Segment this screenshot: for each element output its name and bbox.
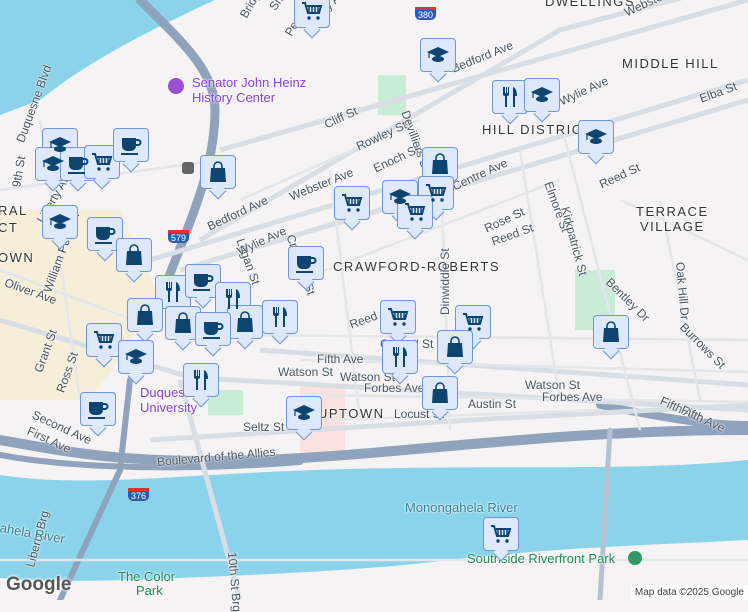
coffee-cup-icon (66, 152, 90, 176)
water-label: Monongahela River (405, 500, 518, 515)
graduation-cap-icon (292, 401, 316, 425)
map-marker-graduation-cap[interactable] (42, 205, 78, 239)
map-marker-shopping-bag[interactable] (422, 147, 458, 181)
shopping-bag-icon (122, 243, 146, 267)
highway-shield: 376 (128, 488, 150, 501)
map-marker-graduation-cap[interactable] (524, 78, 560, 112)
cart-icon (424, 181, 448, 205)
fork-knife-icon (221, 287, 245, 311)
street-label: Seltz St (243, 420, 285, 434)
map-marker-graduation-cap[interactable] (286, 396, 322, 430)
map-marker-graduation-cap[interactable] (118, 340, 154, 374)
map-marker-cart[interactable] (483, 517, 519, 551)
coffee-cup-icon (86, 397, 110, 421)
fork-knife-icon (189, 368, 213, 392)
shopping-bag-icon (233, 310, 257, 334)
graduation-cap-icon (41, 152, 65, 176)
shopping-bag-icon (133, 303, 157, 327)
map-marker-cart[interactable] (455, 305, 491, 339)
neighborhood-label: RAL (0, 203, 28, 218)
map-marker-fork-knife[interactable] (382, 340, 418, 374)
graduation-cap-icon (124, 345, 148, 369)
poi-label[interactable]: University (140, 400, 197, 415)
neighborhood-label: MIDDLE HILL (622, 56, 719, 71)
map-marker-cart[interactable] (380, 300, 416, 334)
coffee-cup-icon (294, 251, 318, 275)
shopping-bag-icon (171, 311, 195, 335)
street-label: Watson St (278, 365, 333, 379)
cart-icon (461, 310, 485, 334)
cart-icon (90, 150, 114, 174)
map-marker-shopping-bag[interactable] (127, 298, 163, 332)
neighborhood-label: CRAWFORD-ROBERTS (333, 259, 500, 274)
cart-icon (300, 0, 324, 23)
map-marker-shopping-bag[interactable] (593, 315, 629, 349)
park-icon (628, 551, 642, 565)
street-label: Dinwiddie St (438, 248, 452, 315)
museum-icon (168, 78, 184, 94)
neighborhood-label: UPTOWN (318, 406, 385, 421)
map-marker-coffee-cup[interactable] (195, 312, 231, 346)
neighborhood-label: HILL DISTRICT (482, 122, 593, 137)
park-label: Park (136, 583, 163, 598)
coffee-cup-icon (119, 133, 143, 157)
neighborhood-label: OWN (0, 250, 35, 265)
map-marker-cart[interactable] (294, 0, 330, 28)
shopping-bag-icon (599, 320, 623, 344)
neighborhood-label: VILLAGE (640, 219, 705, 234)
coffee-cup-icon (93, 222, 117, 246)
google-logo: Google (6, 574, 72, 595)
map-marker-fork-knife[interactable] (183, 363, 219, 397)
map-marker-shopping-bag[interactable] (422, 376, 458, 410)
cart-icon (489, 522, 513, 546)
cart-icon (92, 328, 116, 352)
shopping-bag-icon (428, 152, 452, 176)
street-label: Forbes Ave (542, 390, 603, 404)
transit-station-icon (182, 162, 194, 174)
map-marker-graduation-cap[interactable] (578, 120, 614, 154)
map-marker-shopping-bag[interactable] (437, 330, 473, 364)
fork-knife-icon (498, 85, 522, 109)
poi-label[interactable]: History Center (192, 90, 275, 105)
park-label: The Color (118, 569, 176, 584)
street-label: Fifth Ave (317, 352, 364, 366)
map-marker-coffee-cup[interactable] (80, 392, 116, 426)
fork-knife-icon (161, 280, 185, 304)
shopping-bag-icon (206, 160, 230, 184)
map-marker-fork-knife[interactable] (492, 80, 528, 114)
map-marker-shopping-bag[interactable] (227, 305, 263, 339)
map-marker-cart[interactable] (334, 186, 370, 220)
graduation-cap-icon (584, 125, 608, 149)
street-label: Austin St (468, 397, 517, 411)
fork-knife-icon (268, 305, 292, 329)
map-marker-graduation-cap[interactable] (420, 38, 456, 72)
map-marker-coffee-cup[interactable] (288, 246, 324, 280)
neighborhood-label: CT (0, 220, 19, 235)
cart-icon (386, 305, 410, 329)
coffee-cup-icon (201, 317, 225, 341)
map-marker-shopping-bag[interactable] (116, 238, 152, 272)
map-marker-shopping-bag[interactable] (200, 155, 236, 189)
cart-icon (403, 200, 427, 224)
graduation-cap-icon (426, 43, 450, 67)
map-marker-fork-knife[interactable] (262, 300, 298, 334)
highway-shield: 380 (415, 7, 437, 20)
graduation-cap-icon (530, 83, 554, 107)
coffee-cup-icon (191, 269, 215, 293)
graduation-cap-icon (48, 210, 72, 234)
fork-knife-icon (388, 345, 412, 369)
poi-label[interactable]: Senator John Heinz (192, 75, 306, 90)
map-marker-cart[interactable] (86, 323, 122, 357)
neighborhood-label: TERRACE (636, 204, 709, 219)
park-label: Southside Riverfront Park (467, 551, 616, 566)
map-attribution[interactable]: Map data ©2025 Google (630, 585, 748, 600)
cart-icon (340, 191, 364, 215)
shopping-bag-icon (443, 335, 467, 359)
shopping-bag-icon (428, 381, 452, 405)
map-marker-coffee-cup[interactable] (113, 128, 149, 162)
highway-shield: 579 (168, 230, 190, 243)
